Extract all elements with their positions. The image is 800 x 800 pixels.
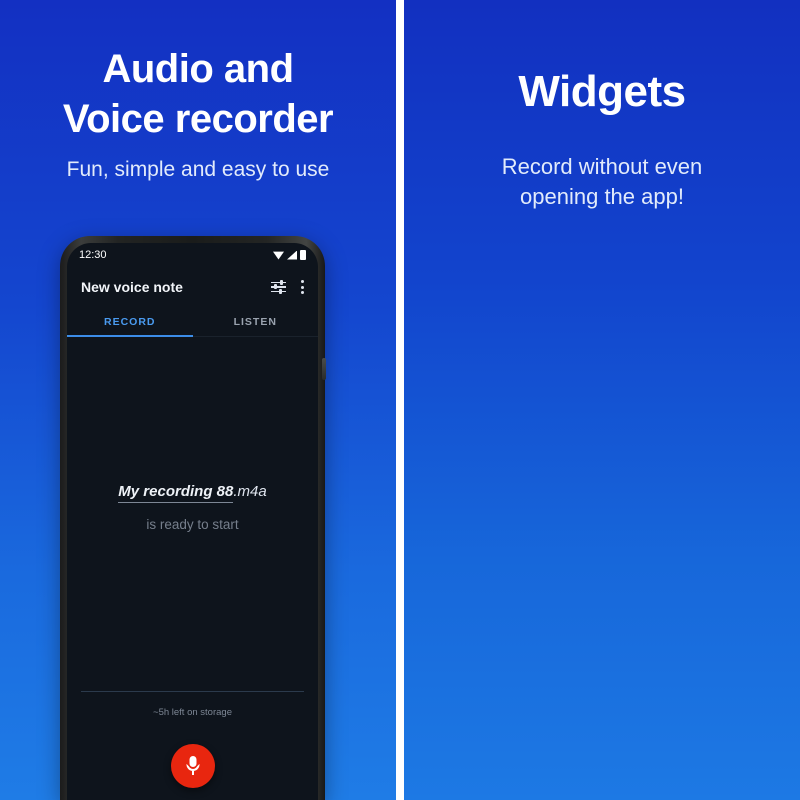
screenshot-root: Audio and Voice recorder Fun, simple and… [0, 0, 800, 800]
record-fab-button[interactable] [170, 744, 215, 788]
battery-icon [300, 250, 306, 260]
recording-status-text: is ready to start [146, 517, 239, 532]
tab-listen[interactable]: LISTEN [193, 307, 319, 337]
phone-screen-left: 12:30 New voice note RECORD LISTEN My re… [67, 243, 318, 800]
promo-panel-audio-recorder: Audio and Voice recorder Fun, simple and… [0, 0, 396, 800]
app-bar: New voice note [67, 267, 318, 307]
recording-filename-row: My recording 88.m4a [67, 483, 318, 503]
panel-right-subheadline: Record without even opening the app! [404, 152, 800, 212]
status-bar-icons [273, 250, 306, 260]
microphone-icon [185, 756, 200, 776]
status-bar-time: 12:30 [79, 249, 107, 261]
panel-left-headline-line1: Audio and [102, 47, 294, 91]
recording-file-extension: .m4a [233, 483, 267, 500]
status-bar-left: 12:30 [67, 243, 318, 267]
tab-record[interactable]: RECORD [67, 307, 193, 337]
recording-filename[interactable]: My recording 88 [118, 483, 234, 503]
tune-icon[interactable] [271, 279, 286, 294]
app-bar-actions [271, 279, 304, 294]
phone-side-button [322, 358, 326, 380]
promo-panel-widgets: Widgets Record without even opening the … [404, 0, 800, 800]
panel-right-headline: Widgets [518, 67, 686, 116]
panel-left-subheadline: Fun, simple and easy to use [66, 158, 330, 181]
storage-status-text: ~5h left on storage [153, 707, 232, 718]
record-panel: My recording 88.m4a is ready to start ~5… [67, 337, 318, 800]
overflow-menu-icon[interactable] [300, 280, 304, 294]
recording-info: My recording 88.m4a is ready to start [67, 483, 318, 532]
panel-right-subheadline-line2: opening the app! [520, 184, 684, 209]
panel-right-subheadline-line1: Record without even [501, 154, 703, 179]
wifi-icon [273, 251, 284, 260]
app-bar-title: New voice note [81, 279, 183, 295]
panel-left-headline: Audio and Voice recorder [0, 44, 396, 144]
bottom-divider [81, 691, 304, 692]
panel-divider [396, 0, 404, 800]
signal-icon [287, 250, 297, 260]
phone-mockup-left: 12:30 New voice note RECORD LISTEN My re… [60, 236, 326, 800]
tab-bar: RECORD LISTEN [67, 307, 318, 337]
panel-left-headline-line2: Voice recorder [62, 97, 334, 141]
